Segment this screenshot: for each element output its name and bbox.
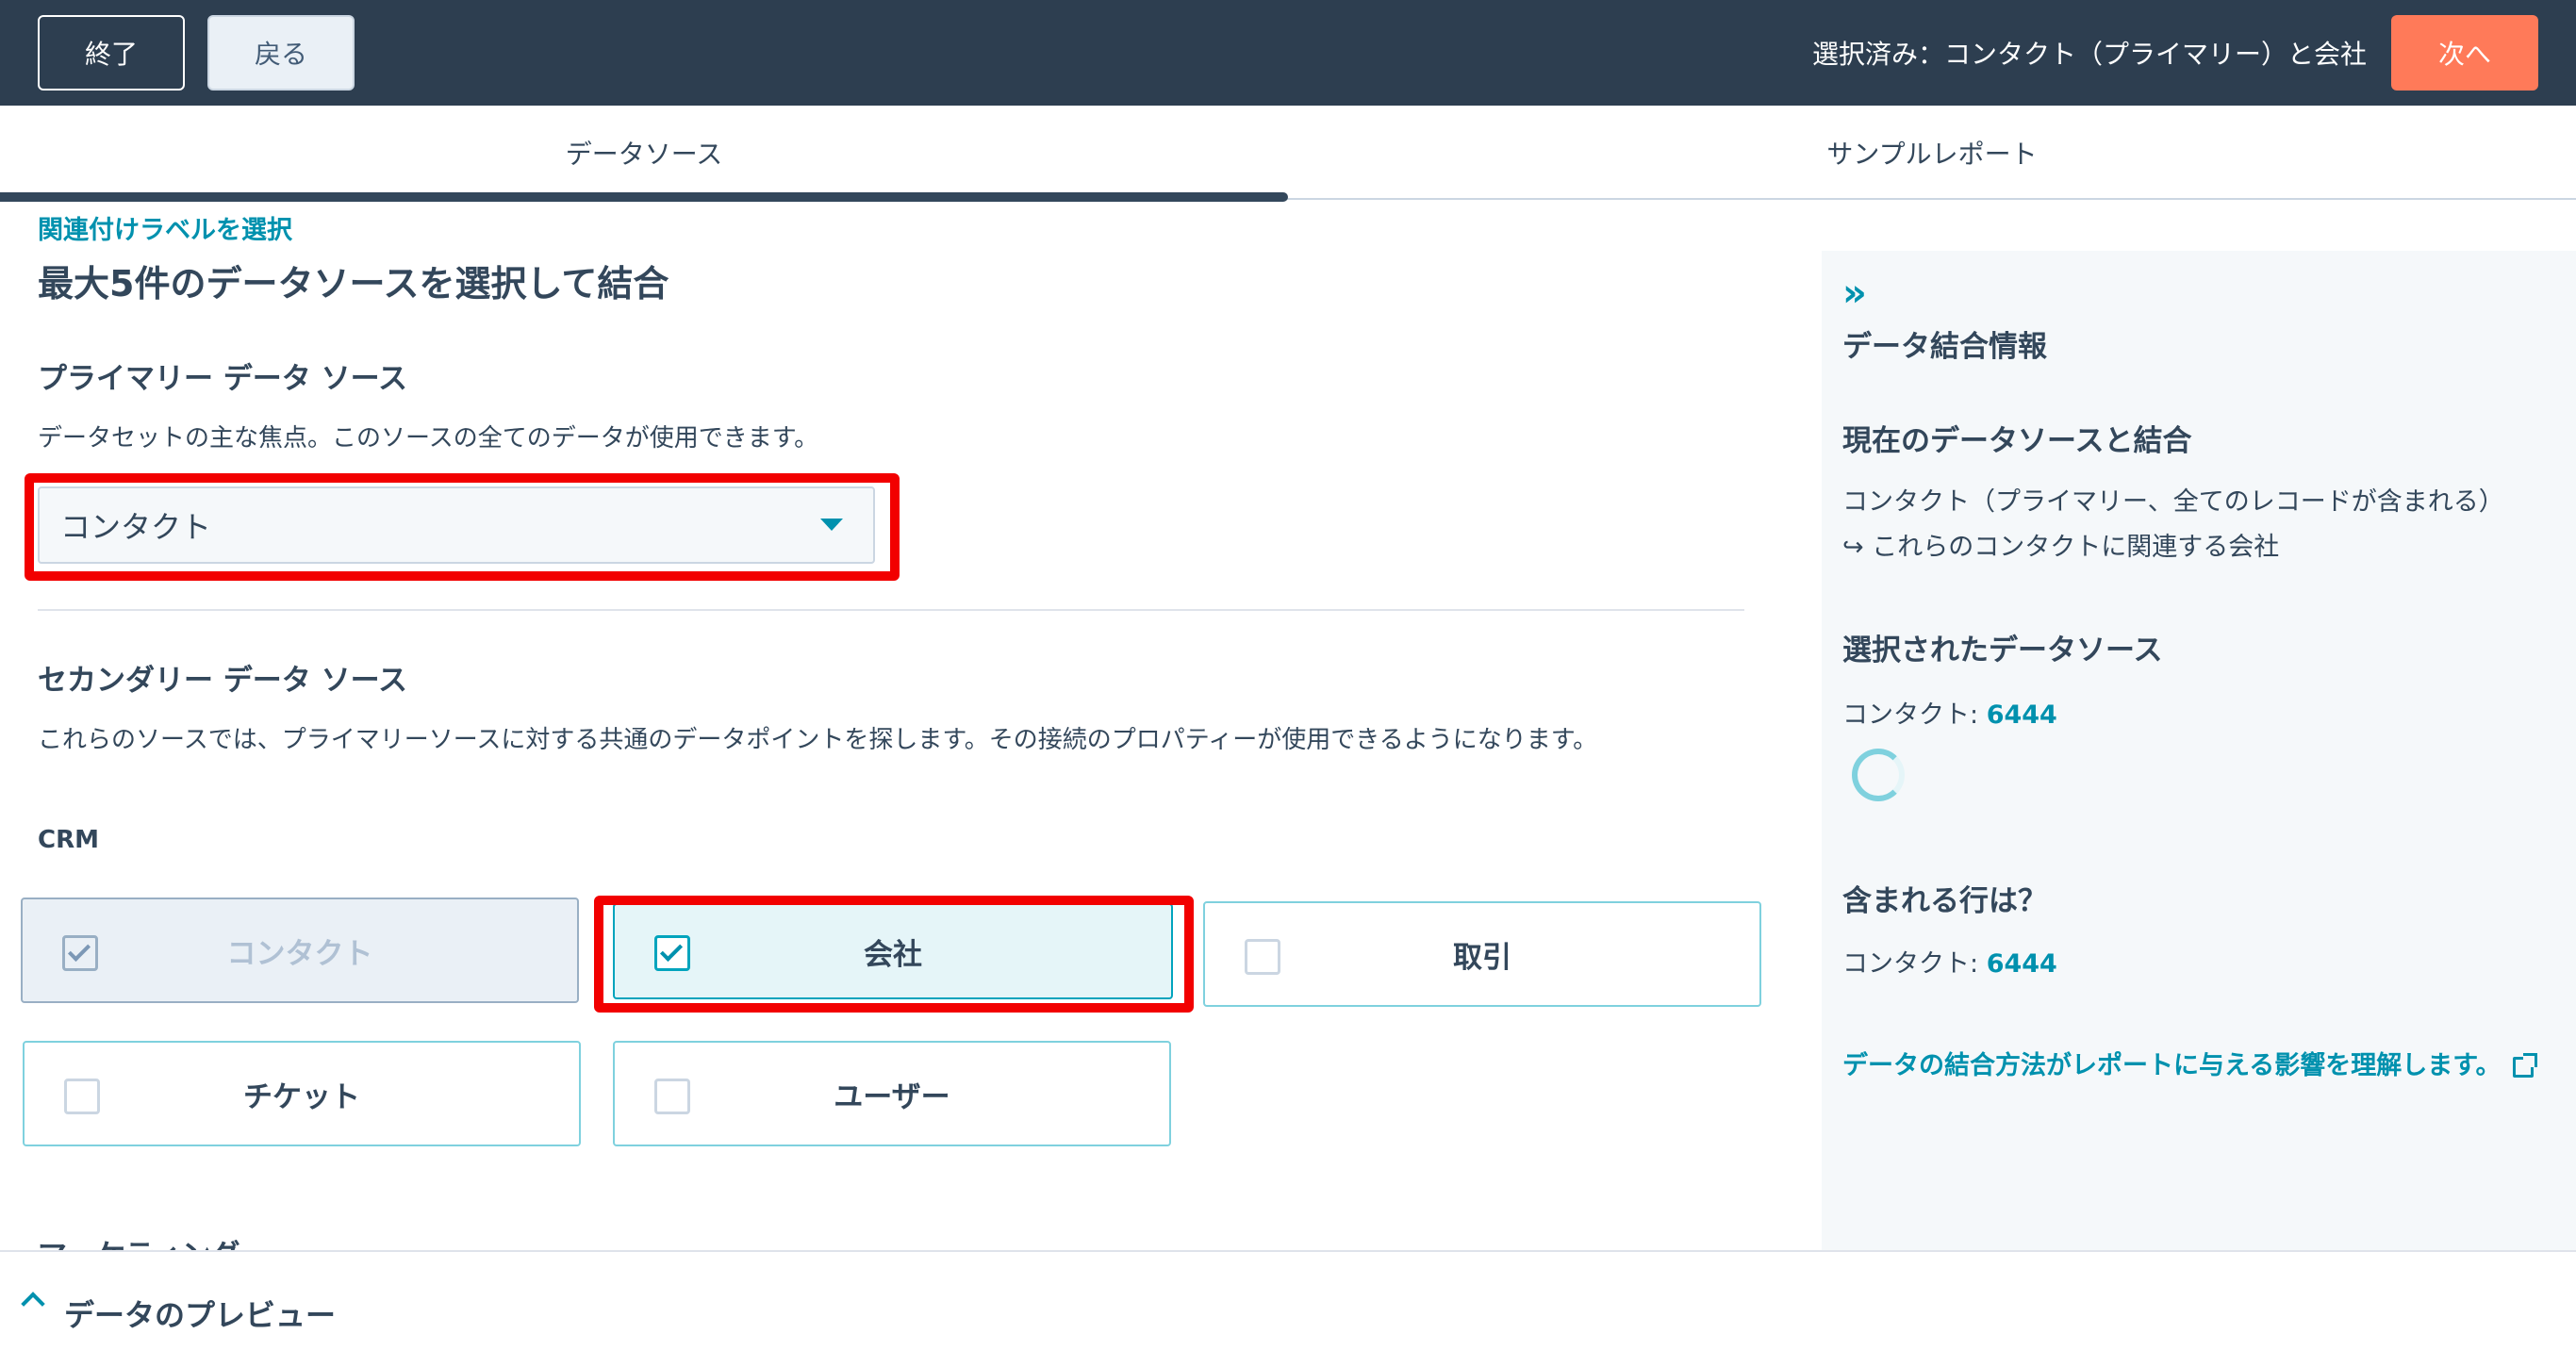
join-impact-link[interactable]: データの結合方法がレポートに与える影響を理解します。	[1842, 1045, 2537, 1081]
tab-bar: データソース サンプルレポート	[0, 106, 2576, 200]
active-tab-indicator	[0, 192, 1288, 202]
selected-source-count: 6444	[1986, 700, 2057, 730]
current-join-line-related: ↪ これらのコンタクトに関連する会社	[1842, 533, 2280, 562]
source-card-user[interactable]: ユーザー	[613, 1041, 1171, 1146]
top-bar: 終了 戻る 選択済み：コンタクト（プライマリー）と会社 次へ	[0, 0, 2576, 106]
data-preview-bar[interactable]: データのプレビュー	[0, 1250, 2576, 1367]
spinner-icon	[1852, 749, 1905, 801]
source-card-label: チケット	[243, 1079, 360, 1114]
current-join-line-primary: コンタクト（プライマリー、全てのレコードが含まれる）	[1842, 487, 2504, 517]
secondary-source-description: これらのソースでは、プライマリーソースに対する共通のデータポイントを探します。そ…	[38, 726, 1598, 754]
back-button[interactable]: 戻る	[207, 15, 355, 91]
current-join-heading: 現在のデータソースと結合	[1842, 424, 2192, 458]
source-card-deal[interactable]: 取引	[1203, 901, 1761, 1007]
secondary-source-title: セカンダリー データ ソース	[38, 664, 408, 698]
source-card-ticket[interactable]: チケット	[23, 1041, 581, 1146]
panel-heading: データ結合情報	[1842, 330, 2047, 364]
source-card-contact: コンタクト	[21, 898, 579, 1003]
included-rows-label: コンタクト:	[1842, 949, 1987, 979]
association-label-link[interactable]: 関連付けラベルを選択	[38, 209, 292, 246]
data-join-info-panel: » データ結合情報 現在のデータソースと結合 コンタクト（プライマリー、全てのレ…	[1822, 251, 2576, 1250]
tab-data-source[interactable]: データソース	[0, 106, 1288, 200]
included-rows-number: 6444	[1986, 949, 2057, 979]
next-button[interactable]: 次へ	[2391, 15, 2538, 91]
tab-sample-report[interactable]: サンプルレポート	[1288, 106, 2576, 200]
selected-sources-heading: 選択されたデータソース	[1842, 634, 2163, 667]
selected-source-label: コンタクト:	[1842, 700, 1987, 730]
primary-source-title: プライマリー データ ソース	[38, 362, 408, 396]
primary-source-description: データセットの主な焦点。このソースの全てのデータが使用できます。	[38, 424, 819, 453]
selected-summary: 選択済み：コンタクト（プライマリー）と会社	[1811, 39, 2367, 70]
page-title: 最大5件のデータソースを選択して結合	[38, 263, 669, 305]
chevron-up-icon[interactable]	[21, 1292, 45, 1316]
included-rows-count: コンタクト: 6444	[1842, 943, 2057, 980]
exit-button[interactable]: 終了	[38, 15, 185, 91]
section-divider	[38, 609, 1744, 611]
crm-section-label: CRM	[38, 826, 99, 854]
join-impact-link-text[interactable]: データの結合方法がレポートに与える影響を理解します。	[1842, 1051, 2502, 1080]
external-link-icon[interactable]	[2512, 1052, 2537, 1078]
source-card-label: 取引	[1453, 940, 1511, 975]
highlight-box-company	[594, 896, 1194, 1013]
highlight-box-primary	[25, 473, 900, 581]
double-chevron-right-icon[interactable]: »	[1842, 272, 1867, 315]
data-preview-label[interactable]: データのプレビュー	[64, 1292, 336, 1335]
source-card-label: コンタクト	[226, 936, 373, 971]
source-card-label: ユーザー	[834, 1079, 950, 1114]
included-rows-heading: 含まれる行は？	[1842, 884, 2047, 918]
selected-sources-count: コンタクト: 6444	[1842, 694, 2057, 731]
